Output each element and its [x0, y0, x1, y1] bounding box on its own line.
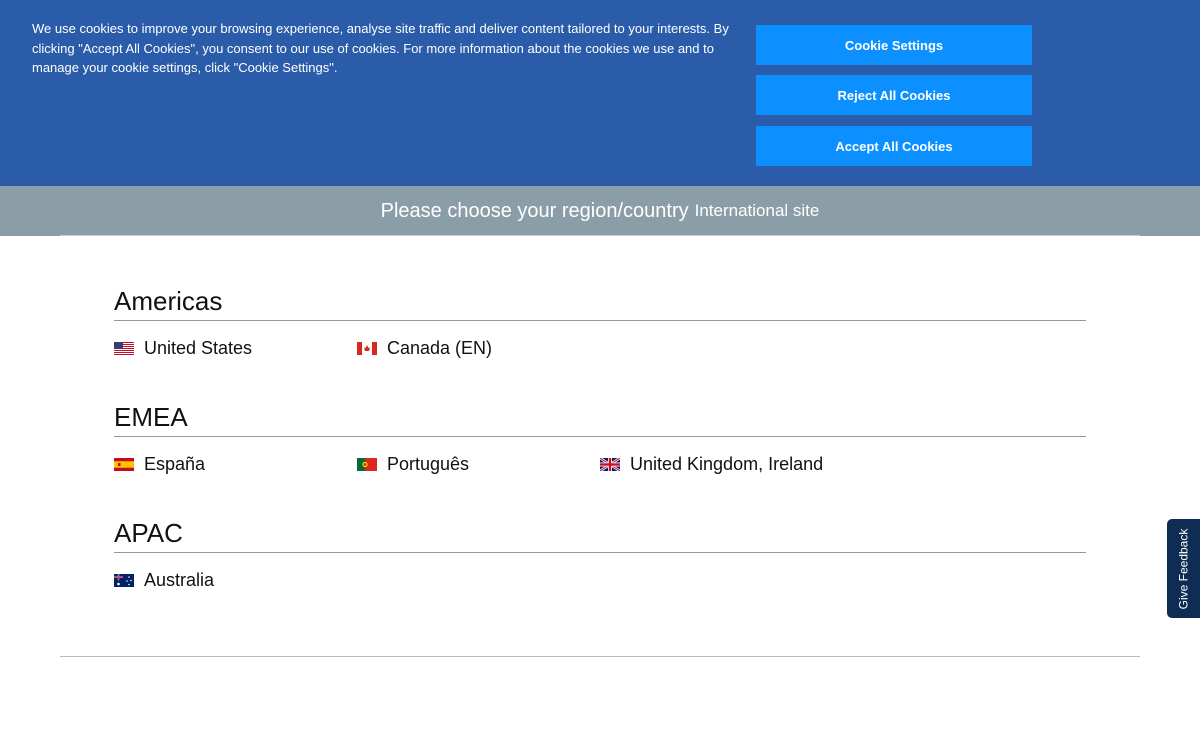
give-feedback-tab[interactable]: Give Feedback [1166, 518, 1200, 619]
country-link-portugal[interactable]: Português [357, 454, 469, 475]
canada-flag-icon [357, 342, 377, 355]
region-apac: APAC Australia [114, 518, 1086, 593]
region-americas: Americas United States Canada (EN) [114, 286, 1086, 361]
spain-flag-icon [114, 458, 134, 471]
international-site-link[interactable]: International site [695, 201, 820, 221]
region-heading: Americas [114, 286, 223, 316]
cookie-consent-text: We use cookies to improve your browsing … [32, 21, 729, 75]
country-label: España [144, 454, 206, 474]
country-link-united-states[interactable]: United States [114, 338, 252, 359]
country-label: Australia [144, 570, 215, 590]
country-link-united-kingdom-ireland[interactable]: United Kingdom, Ireland [600, 454, 823, 475]
divider [60, 656, 1140, 657]
us-flag-icon [114, 342, 134, 355]
region-heading: APAC [114, 518, 183, 548]
accept-all-cookies-button[interactable]: Accept All Cookies [756, 126, 1032, 166]
reject-all-cookies-button[interactable]: Reject All Cookies [756, 75, 1032, 115]
cookie-banner: We use cookies to improve your browsing … [0, 0, 1200, 186]
country-label: United States [144, 338, 253, 358]
portugal-flag-icon [357, 458, 377, 471]
country-link-canada[interactable]: Canada (EN) [357, 338, 492, 359]
country-link-australia[interactable]: Australia [114, 570, 214, 591]
region-header: Please choose your region/country Intern… [0, 186, 1200, 236]
country-link-spain[interactable]: España [114, 454, 205, 475]
country-label: Canada (EN) [387, 338, 493, 358]
divider [60, 235, 1140, 236]
cookie-settings-button[interactable]: Cookie Settings [756, 25, 1032, 65]
australia-flag-icon [114, 574, 134, 587]
feedback-label: Give Feedback [1176, 528, 1191, 609]
uk-flag-icon [600, 458, 620, 471]
region-emea: EMEA España Português United Kingdom, Ir… [114, 402, 1086, 477]
country-label: United Kingdom, Ireland [630, 454, 824, 474]
country-label: Português [387, 454, 470, 474]
region-heading: EMEA [114, 402, 188, 432]
region-title: Please choose your region/country [380, 199, 689, 222]
